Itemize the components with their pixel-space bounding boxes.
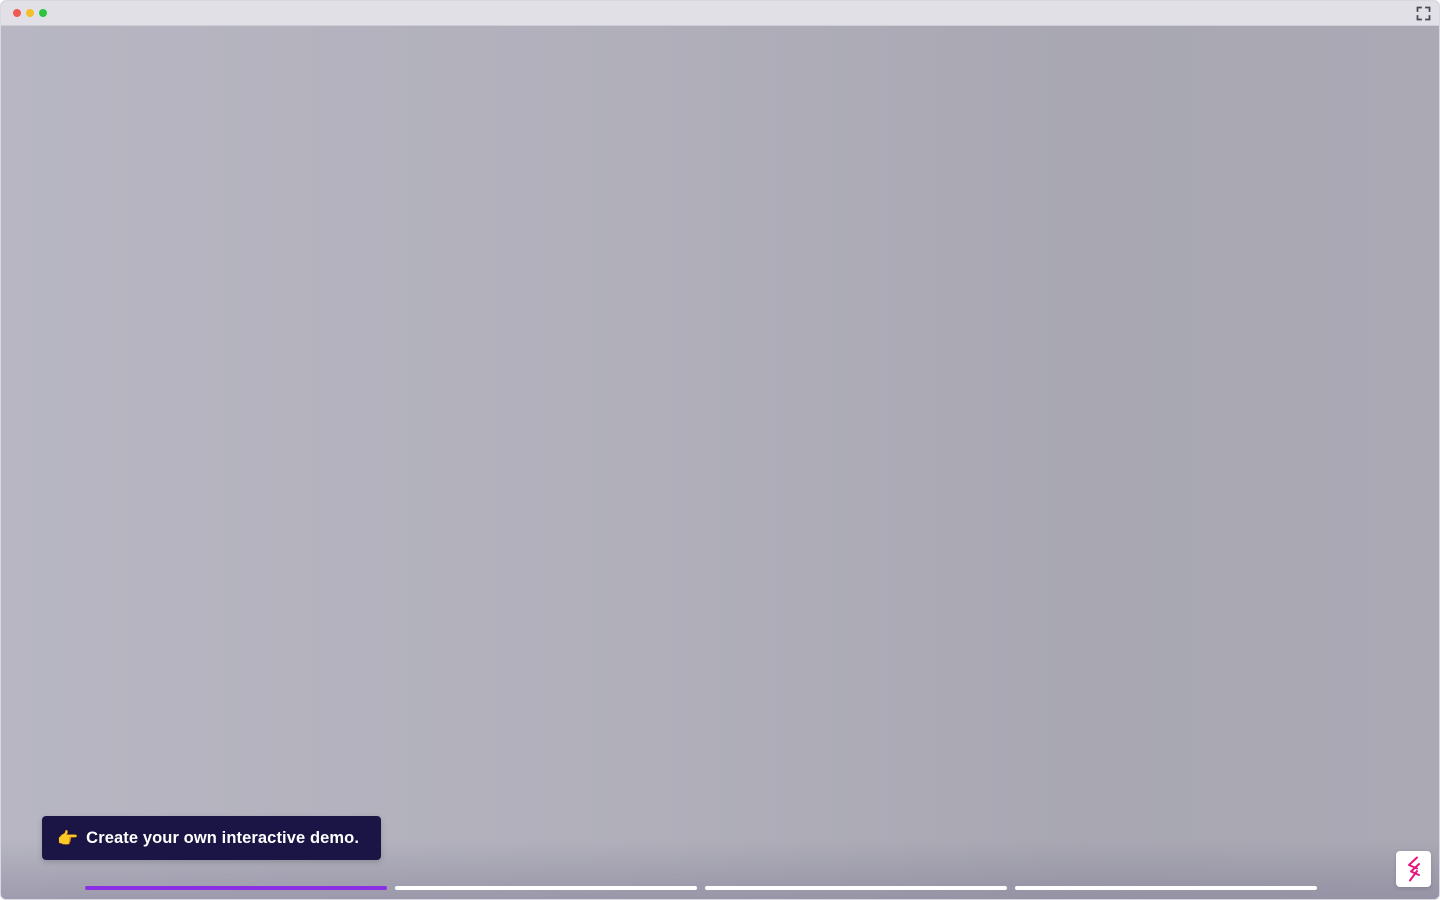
storylane-logo-button[interactable] (1396, 851, 1431, 887)
fullscreen-icon (1416, 6, 1431, 21)
progress-step-3[interactable] (705, 886, 1007, 890)
window-titlebar (1, 1, 1439, 26)
pointing-hand-icon: 👉 (57, 828, 79, 848)
progress-step-1[interactable] (85, 886, 387, 890)
zoom-dot (39, 9, 47, 17)
demo-window: 👉 Create your own interactive demo. (0, 0, 1440, 900)
create-demo-label: Create your own interactive demo. (86, 828, 360, 847)
storylane-logo-icon (1407, 856, 1420, 882)
progress-step-4[interactable] (1015, 886, 1317, 890)
create-demo-button[interactable]: 👉 Create your own interactive demo. (42, 816, 381, 860)
minimize-dot (26, 9, 34, 17)
progress-step-2[interactable] (395, 886, 697, 890)
close-dot (13, 9, 21, 17)
fullscreen-button[interactable] (1416, 6, 1431, 21)
demo-stage (1, 26, 1439, 899)
